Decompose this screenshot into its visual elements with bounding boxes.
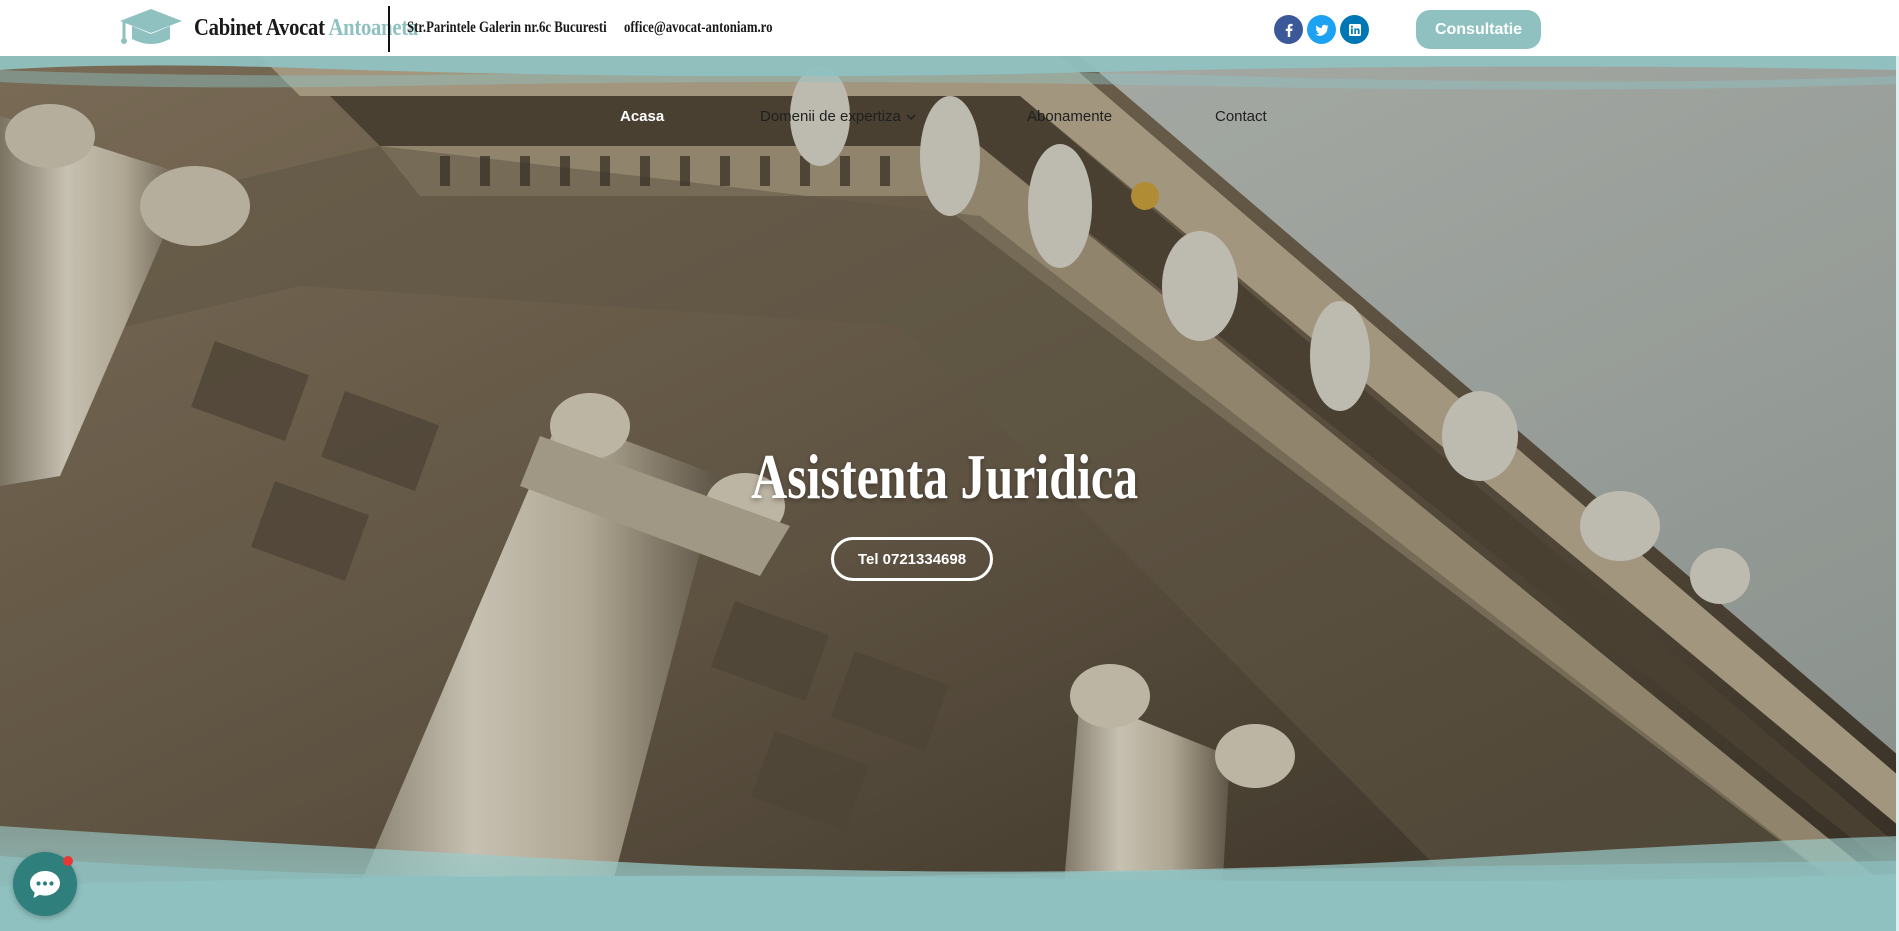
site-logo[interactable]: Cabinet Avocat Antoaneta <box>118 4 454 52</box>
notification-dot <box>63 856 73 866</box>
linkedin-icon[interactable] <box>1340 15 1369 44</box>
hero-section: Acasa Domenii de expertiza Abonamente Co… <box>0 56 1899 931</box>
top-header: Cabinet Avocat Antoaneta Str.Parintele G… <box>0 0 1899 56</box>
hero-title: Asistenta Juridica <box>751 441 1139 512</box>
nav-item-contact[interactable]: Contact <box>1215 108 1267 125</box>
facebook-icon[interactable] <box>1274 15 1303 44</box>
email-link[interactable]: office@avocat-antoniam.ro <box>624 19 773 37</box>
nav-item-acasa[interactable]: Acasa <box>620 108 664 125</box>
nav-item-domenii[interactable]: Domenii de expertiza <box>760 108 917 125</box>
logo-text: Cabinet Avocat Antoaneta <box>194 15 418 42</box>
chevron-down-icon <box>906 114 916 121</box>
header-divider <box>388 6 390 52</box>
graduation-cap-icon <box>120 9 182 44</box>
nav-item-domenii-label: Domenii de expertiza <box>760 108 901 125</box>
phone-button[interactable]: Tel 0721334698 <box>831 537 993 581</box>
nav-item-abonamente[interactable]: Abonamente <box>1027 108 1112 125</box>
chat-bubble-icon <box>30 871 60 898</box>
consultation-button[interactable]: Consultatie <box>1416 10 1541 49</box>
logo-name: Cabinet Avocat <box>194 14 329 41</box>
main-navigation: Acasa Domenii de expertiza Abonamente Co… <box>0 108 1899 132</box>
logo-accent: Antoaneta <box>328 14 418 41</box>
address-text: Str.Parintele Galerin nr.6c Bucuresti <box>407 19 607 36</box>
twitter-icon[interactable] <box>1307 15 1336 44</box>
